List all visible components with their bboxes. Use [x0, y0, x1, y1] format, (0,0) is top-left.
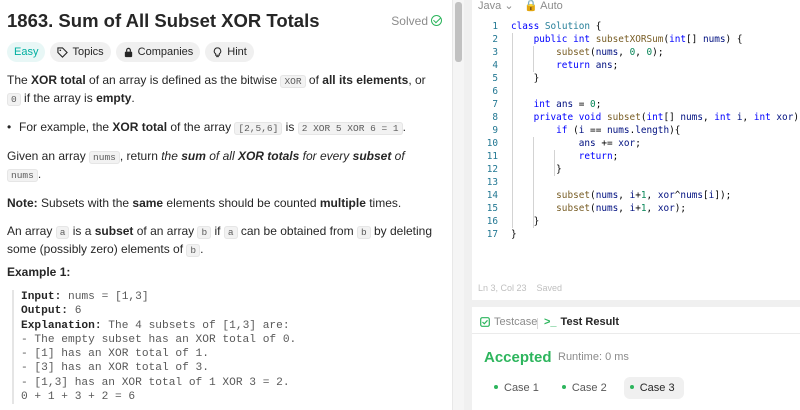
description-panel: 1863. Sum of All Subset XOR Totals Solve…: [0, 0, 452, 410]
cursor-position: Ln 3, Col 23: [478, 283, 527, 293]
tab-testcase-label: Testcase: [494, 316, 538, 328]
hint-label: Hint: [227, 46, 247, 58]
pass-dot-icon: [561, 385, 566, 389]
pass-dot-icon: [494, 385, 498, 389]
desc-paragraph: An array a is a subset of an array b if …: [7, 224, 433, 257]
solved-label: Solved: [391, 14, 428, 28]
panel-resize-handle[interactable]: [464, 0, 472, 410]
case-label: Case 2: [571, 382, 607, 394]
case-label: Case 3: [639, 382, 675, 394]
case-tab-2[interactable]: Case 2: [556, 377, 616, 399]
case-label: Case 1: [504, 382, 539, 394]
desc-note: Note: Subsets with the same elements sho…: [7, 196, 402, 210]
auto-mode[interactable]: 🔒 Auto: [524, 0, 563, 12]
tag-icon: [57, 46, 69, 58]
mode-label: Auto: [540, 0, 563, 12]
problem-title[interactable]: 1863. Sum of All Subset XOR Totals: [7, 10, 320, 32]
chevron-down-icon: ⌄: [504, 0, 514, 12]
desc-bullet: For example, the XOR total of the array …: [7, 119, 437, 137]
desc-paragraph: Given an array nums, return the sum of a…: [7, 149, 405, 182]
hint-tag[interactable]: Hint: [205, 42, 254, 62]
lightbulb-icon: [214, 46, 222, 57]
editor-toolbar: Java ⌄ 🔒 Auto: [472, 0, 800, 14]
tab-divider: [537, 318, 538, 329]
companies-tag[interactable]: Companies: [115, 42, 201, 62]
tag-row: Easy Topics Companies Hint: [7, 42, 254, 62]
editor-status: Ln 3, Col 23 Saved: [478, 283, 572, 293]
topics-label: Topics: [72, 46, 104, 58]
check-circle-icon: [431, 15, 442, 26]
difficulty-tag[interactable]: Easy: [7, 42, 46, 62]
language-label: Java: [478, 0, 502, 12]
code-editor[interactable]: 1 class Solution { 2 public int subsetXOR…: [472, 20, 800, 252]
desc-paragraph: The XOR total of an array is defined as …: [7, 73, 426, 106]
pass-dot-icon: [629, 385, 634, 389]
lock-icon: 🔒: [524, 0, 538, 12]
checkbox-icon: [480, 317, 490, 327]
problem-description: The XOR total of an array is defined as …: [7, 72, 437, 270]
scrollbar-thumb[interactable]: [455, 2, 462, 62]
description-scrollbar[interactable]: [452, 0, 464, 410]
terminal-icon: >_: [544, 316, 557, 328]
case-tabs: Case 1 Case 2 Case 3: [488, 377, 684, 399]
runtime-label: Runtime: 0 ms: [558, 351, 629, 363]
tab-testcase[interactable]: Testcase: [480, 316, 537, 328]
saved-status: Saved: [536, 283, 563, 293]
companies-label: Companies: [137, 46, 194, 58]
case-tab-3[interactable]: Case 3: [623, 377, 684, 399]
case-tab-1[interactable]: Case 1: [488, 377, 548, 399]
panel-resize-handle[interactable]: [472, 300, 800, 307]
example-block: Input: nums = [1,3] Output: 6 Explanatio…: [12, 290, 432, 405]
example-title: Example 1:: [7, 265, 71, 279]
lock-icon: [124, 47, 132, 57]
result-status: Accepted: [484, 349, 552, 366]
topics-tag[interactable]: Topics: [50, 42, 111, 62]
tab-test-result-label: Test Result: [560, 316, 620, 328]
result-tabs: Testcase >_ Test Result: [472, 310, 800, 334]
language-select[interactable]: Java ⌄: [478, 0, 514, 12]
title-row: 1863. Sum of All Subset XOR Totals Solve…: [7, 10, 442, 34]
solved-status: Solved: [391, 14, 442, 28]
editor-panel: Java ⌄ 🔒 Auto 1 class Solution { 2 public…: [472, 0, 800, 410]
tab-test-result[interactable]: >_ Test Result: [544, 316, 619, 328]
